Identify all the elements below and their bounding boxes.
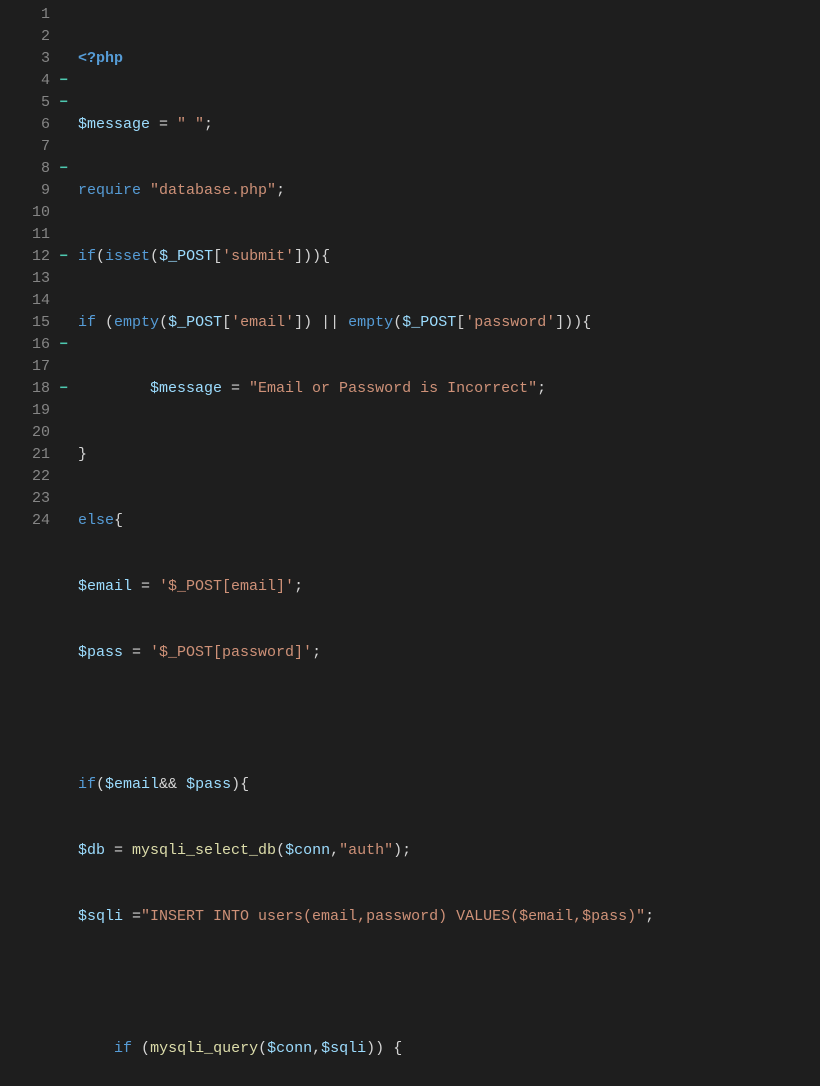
code-line: <?php — [78, 48, 654, 70]
fold-collapse-icon[interactable]: − — [60, 378, 68, 400]
fold-collapse-icon[interactable]: − — [60, 334, 68, 356]
line-number: 7 — [0, 136, 56, 158]
php-open-tag: <?php — [78, 50, 123, 67]
code-area[interactable]: <?php $message = " "; require "database.… — [56, 4, 654, 1086]
line-number: 23 — [0, 488, 56, 510]
line-number: 19 — [0, 400, 56, 422]
line-number: 17 — [0, 356, 56, 378]
code-line: if($email&& $pass){ — [78, 774, 654, 796]
code-line: if (mysqli_query($conn,$sqli)) { — [78, 1038, 654, 1060]
line-number: 16− — [0, 334, 56, 356]
line-number: 22 — [0, 466, 56, 488]
code-line — [78, 972, 654, 994]
line-number: 6 — [0, 114, 56, 136]
line-number: 18− — [0, 378, 56, 400]
line-number: 10 — [0, 202, 56, 224]
gutter: 1234−5−678−9101112−13141516−1718−1920212… — [0, 4, 56, 1086]
line-number: 3 — [0, 48, 56, 70]
fold-collapse-icon[interactable]: − — [60, 246, 68, 268]
line-number: 9 — [0, 180, 56, 202]
code-line: $db = mysqli_select_db($conn,"auth"); — [78, 840, 654, 862]
code-line: require "database.php"; — [78, 180, 654, 202]
code-line: if(isset($_POST['submit'])){ — [78, 246, 654, 268]
fold-collapse-icon[interactable]: − — [60, 70, 68, 92]
line-number: 12− — [0, 246, 56, 268]
line-number: 21 — [0, 444, 56, 466]
fold-collapse-icon[interactable]: − — [60, 92, 68, 114]
line-number: 4− — [0, 70, 56, 92]
code-line: else{ — [78, 510, 654, 532]
code-line: $message = "Email or Password is Incorre… — [78, 378, 654, 400]
code-line — [78, 708, 654, 730]
line-number: 8− — [0, 158, 56, 180]
line-number: 20 — [0, 422, 56, 444]
line-number: 13 — [0, 268, 56, 290]
fold-collapse-icon[interactable]: − — [60, 158, 68, 180]
line-number: 2 — [0, 26, 56, 48]
line-number: 11 — [0, 224, 56, 246]
code-editor: 1234−5−678−9101112−13141516−1718−1920212… — [0, 0, 820, 1086]
code-line: $email = '$_POST[email]'; — [78, 576, 654, 598]
code-line: } — [78, 444, 654, 466]
code-line: if (empty($_POST['email']) || empty($_PO… — [78, 312, 654, 334]
line-number: 24 — [0, 510, 56, 532]
line-number: 15 — [0, 312, 56, 334]
code-line: $sqli ="INSERT INTO users(email,password… — [78, 906, 654, 928]
line-number: 5− — [0, 92, 56, 114]
code-line: $pass = '$_POST[password]'; — [78, 642, 654, 664]
line-number: 14 — [0, 290, 56, 312]
line-number: 1 — [0, 4, 56, 26]
code-line: $message = " "; — [78, 114, 654, 136]
